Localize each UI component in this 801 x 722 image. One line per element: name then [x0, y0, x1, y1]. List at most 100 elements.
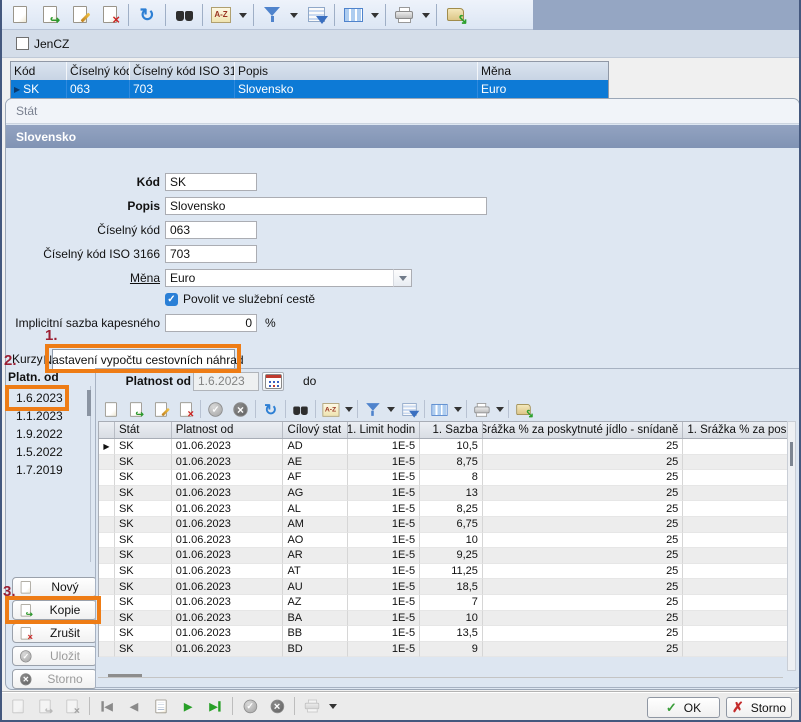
- table-row[interactable]: SK01.06.2023AM1E-56,7525: [99, 517, 787, 533]
- search-button[interactable]: [292, 400, 310, 418]
- storno-button[interactable]: ✗Storno: [726, 697, 792, 718]
- jencz-checkbox[interactable]: [16, 37, 29, 50]
- filter-dropdown-caret[interactable]: [387, 407, 395, 416]
- ulozit-button[interactable]: Uložit: [12, 646, 97, 666]
- column-header[interactable]: Kód: [11, 62, 67, 80]
- column-header[interactable]: 1. Limit hodin: [348, 422, 420, 438]
- columns-dropdown-caret[interactable]: [454, 407, 462, 416]
- edit-button[interactable]: [152, 400, 170, 418]
- rates-grid-vscrollbar[interactable]: [787, 421, 796, 671]
- table-row[interactable]: ▶SK01.06.2023AD1E-510,525: [99, 439, 787, 455]
- rates-grid-hscroll-thumb[interactable]: [108, 674, 142, 677]
- period-item[interactable]: 1.1.2023: [16, 408, 68, 425]
- table-row[interactable]: SK01.06.2023AO1E-51025: [99, 533, 787, 549]
- print-dropdown-caret[interactable]: [422, 13, 430, 22]
- sort-az-button[interactable]: [209, 3, 233, 27]
- table-row[interactable]: SK01.06.2023AF1E-5825: [99, 470, 787, 486]
- mena-dropdown-button[interactable]: [393, 269, 412, 287]
- column-chooser-button[interactable]: [431, 400, 449, 418]
- export-button[interactable]: [515, 400, 533, 418]
- delete-button[interactable]: ×: [98, 3, 122, 27]
- export-button[interactable]: [443, 3, 467, 27]
- column-header[interactable]: Cílový stat: [283, 422, 348, 438]
- period-item[interactable]: 1.9.2022: [16, 426, 68, 443]
- refresh-button[interactable]: [135, 3, 159, 27]
- column-header[interactable]: Měna: [478, 62, 608, 80]
- period-item[interactable]: 1.7.2019: [16, 462, 68, 479]
- column-header[interactable]: Číselný kód ISO 3166: [130, 62, 235, 80]
- print-button[interactable]: [473, 400, 491, 418]
- search-button[interactable]: [172, 3, 196, 27]
- copy-button[interactable]: ↪: [37, 698, 53, 714]
- period-list-scroll-thumb[interactable]: [87, 390, 91, 416]
- table-row[interactable]: SK01.06.2023AL1E-58,2525: [99, 501, 787, 517]
- sazba-field[interactable]: 0: [165, 314, 257, 332]
- table-row[interactable]: SK01.06.2023BB1E-513,525: [99, 626, 787, 642]
- table-row[interactable]: SK01.06.2023BA1E-51025: [99, 611, 787, 627]
- print-button[interactable]: [304, 698, 320, 714]
- sort-az-dropdown-caret[interactable]: [239, 13, 247, 22]
- delete-button[interactable]: ×: [177, 400, 195, 418]
- apply-button[interactable]: [207, 400, 225, 418]
- mena-combobox[interactable]: Euro: [165, 269, 412, 287]
- table-row[interactable]: ▶SK 063 703 Slovensko Euro: [11, 80, 608, 98]
- popis-field[interactable]: Slovensko: [165, 197, 487, 215]
- sort-az-dropdown-caret[interactable]: [345, 407, 353, 416]
- povolit-checkbox[interactable]: [165, 293, 178, 306]
- next-record-button[interactable]: ▶: [180, 698, 196, 714]
- period-item[interactable]: 1.5.2022: [16, 444, 68, 461]
- refresh-button[interactable]: [262, 400, 280, 418]
- column-header[interactable]: Číselný kód: [67, 62, 130, 80]
- first-record-button[interactable]: ◀: [99, 698, 115, 714]
- previous-record-button[interactable]: ◀: [126, 698, 142, 714]
- copy-button[interactable]: ↪: [127, 400, 145, 418]
- apply-button[interactable]: [242, 698, 258, 714]
- column-header[interactable]: 1. Srážka % za poskytnuté jídlo - snídan…: [483, 422, 683, 438]
- new-button[interactable]: [8, 3, 32, 27]
- kod-field[interactable]: SK: [165, 173, 257, 191]
- delete-button[interactable]: ×: [64, 698, 80, 714]
- period-item-selected[interactable]: 1.6.2023: [16, 390, 68, 407]
- table-row[interactable]: SK01.06.2023AR1E-59,2525: [99, 548, 787, 564]
- last-record-button[interactable]: ▶: [207, 698, 223, 714]
- print-button[interactable]: [392, 3, 416, 27]
- ok-button[interactable]: ✓OK: [647, 697, 720, 718]
- kopie-button[interactable]: ↪ Kopie: [12, 600, 97, 620]
- novy-button[interactable]: Nový: [12, 577, 97, 597]
- print-dropdown-caret[interactable]: [329, 704, 337, 713]
- filter-dropdown-caret[interactable]: [290, 13, 298, 22]
- filter-button[interactable]: [364, 400, 382, 418]
- storno-side-button[interactable]: Storno: [12, 669, 97, 689]
- tab-nastaveni-nahrad[interactable]: Nastavení vypočtu cestovních náhrad: [52, 349, 235, 370]
- table-row[interactable]: SK01.06.2023AZ1E-5725: [99, 595, 787, 611]
- table-row[interactable]: SK01.06.2023AU1E-518,525: [99, 579, 787, 595]
- ciselny-kod-field[interactable]: 063: [165, 221, 257, 239]
- filter-columns-button[interactable]: [304, 3, 328, 27]
- print-dropdown-caret[interactable]: [496, 407, 504, 416]
- table-row[interactable]: SK01.06.2023BD1E-5925: [99, 642, 787, 658]
- iso-field[interactable]: 703: [165, 245, 257, 263]
- new-button[interactable]: [102, 400, 120, 418]
- table-row[interactable]: SK01.06.2023AG1E-51325: [99, 486, 787, 502]
- zrusit-button[interactable]: × Zrušit: [12, 623, 97, 643]
- filter-button[interactable]: [260, 3, 284, 27]
- tab-kurzy[interactable]: Kurzy: [12, 352, 43, 366]
- columns-dropdown-caret[interactable]: [371, 13, 379, 22]
- platnost-od-field[interactable]: 1.6.2023: [193, 372, 259, 391]
- table-row[interactable]: SK01.06.2023AE1E-58,7525: [99, 455, 787, 471]
- column-header[interactable]: 1. Srážka % za pos: [683, 422, 787, 438]
- period-list-header[interactable]: Platn. od: [8, 370, 59, 384]
- cancel-button[interactable]: [269, 698, 285, 714]
- column-header[interactable]: Platnost od: [172, 422, 284, 438]
- column-header[interactable]: 1. Sazba: [420, 422, 483, 438]
- table-row[interactable]: SK01.06.2023AT1E-511,2525: [99, 564, 787, 580]
- edit-button[interactable]: [68, 3, 92, 27]
- record-view-button[interactable]: [153, 698, 169, 714]
- new-button[interactable]: [10, 698, 26, 714]
- cancel-button[interactable]: [232, 400, 250, 418]
- sort-az-button[interactable]: [322, 400, 340, 418]
- calendar-button[interactable]: [262, 372, 284, 391]
- column-chooser-button[interactable]: [341, 3, 365, 27]
- copy-button[interactable]: ↪: [38, 3, 62, 27]
- filter-columns-button[interactable]: [401, 400, 419, 418]
